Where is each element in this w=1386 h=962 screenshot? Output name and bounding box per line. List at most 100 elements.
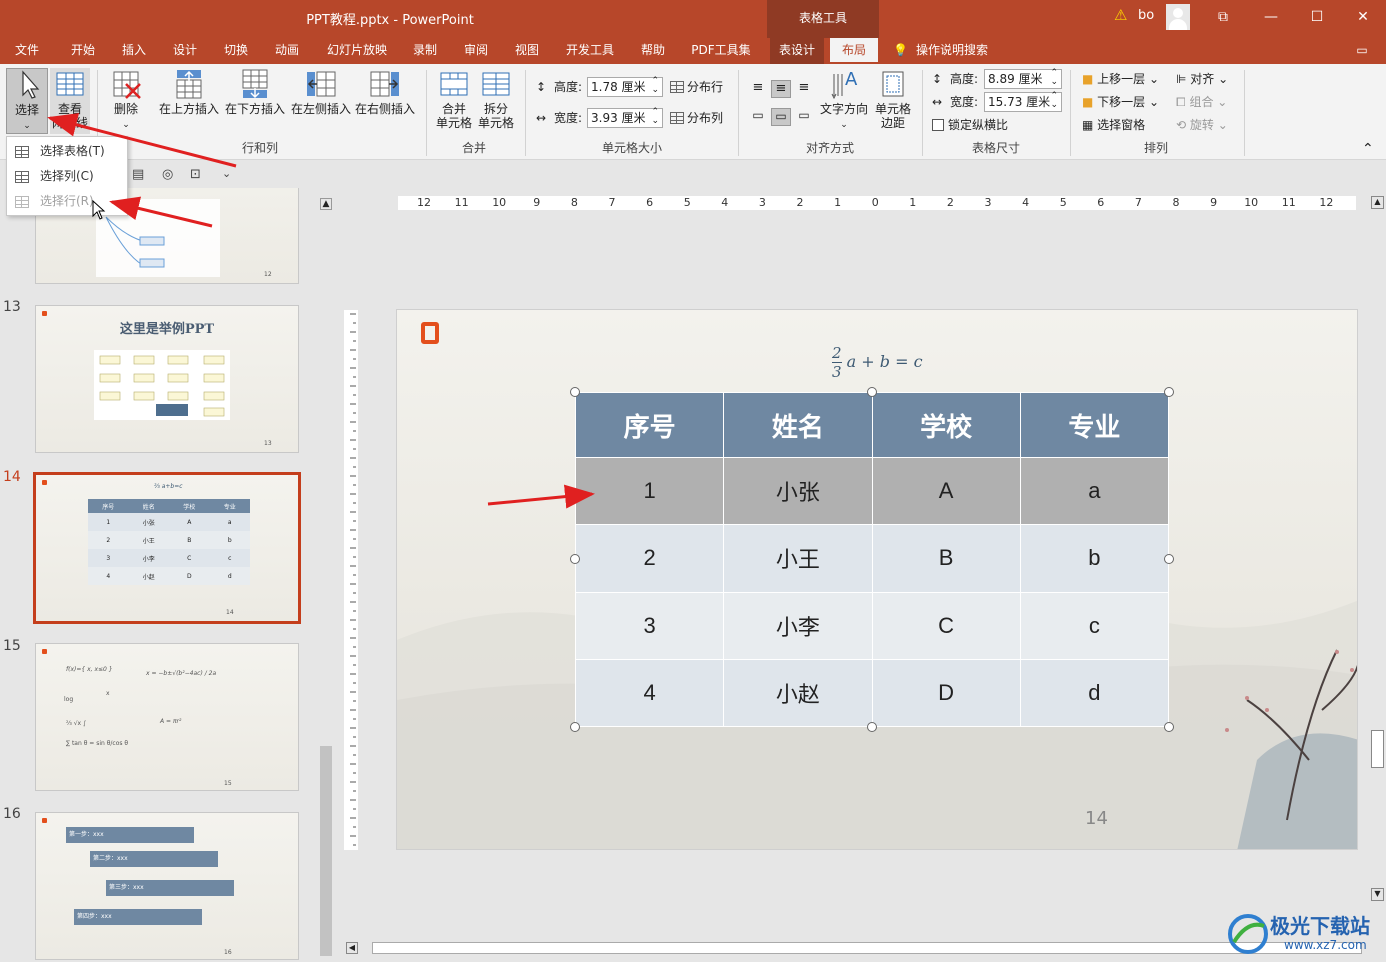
tab-pdf-tools[interactable]: PDF工具集 <box>684 38 758 64</box>
insert-below-button[interactable]: 在下方插入 <box>222 68 288 116</box>
table-cell[interactable]: 小张 <box>723 457 873 526</box>
align-right-icon[interactable]: ≡ <box>794 80 814 98</box>
align-center-icon[interactable]: ≡ <box>771 80 791 98</box>
avatar[interactable] <box>1166 4 1190 30</box>
editor-vertical-scrollbar[interactable]: ▲ ▼ <box>1369 196 1386 902</box>
merge-cells-button[interactable]: 合并 单元格 <box>434 68 474 130</box>
cell-height-input[interactable]: 1.78 厘米 ⌃ ⌄ <box>587 77 663 97</box>
collapse-ribbon-icon[interactable]: ⌃ <box>1362 140 1374 158</box>
lock-ratio-checkbox[interactable]: 锁定纵横比 <box>932 116 1008 134</box>
tab-design[interactable]: 设计 <box>164 38 206 64</box>
resize-handle[interactable] <box>1164 387 1174 397</box>
tab-developer[interactable]: 开发工具 <box>558 38 622 64</box>
maximize-icon[interactable]: ☐ <box>1294 0 1340 34</box>
tab-file[interactable]: 文件 <box>8 38 46 64</box>
split-cells-button[interactable]: 拆分 单元格 <box>476 68 516 130</box>
align-button[interactable]: ⊫ 对齐 ⌄ <box>1176 70 1228 88</box>
insert-left-button[interactable]: 在左侧插入 <box>288 68 354 116</box>
tab-review[interactable]: 审阅 <box>455 38 497 64</box>
table-header-cell[interactable]: 学校 <box>871 391 1021 459</box>
align-left-icon[interactable]: ≡ <box>748 80 768 98</box>
tab-table-design[interactable]: 表设计 <box>770 38 824 64</box>
resize-handle[interactable] <box>1164 554 1174 564</box>
tell-me-search[interactable]: 操作说明搜索 <box>916 38 1000 64</box>
table-cell[interactable]: A <box>871 457 1021 526</box>
slide-thumbnail-15[interactable]: f(x)={ x, x≤0 } x = −b±√(b²−4ac) / 2a lo… <box>35 643 299 791</box>
text-direction-button[interactable]: A 文字方向 ⌄ <box>818 68 870 132</box>
present-icon[interactable]: ⊡ <box>190 167 201 182</box>
warning-icon[interactable]: ⚠ <box>1114 6 1127 24</box>
slide-thumbnail-14[interactable]: ⅔ a+b=c 序号 姓名 学校 专业 1 小张 Aa 2 小王 Bb 3 小李 Cc 4 小赵 Dd… <box>33 472 301 624</box>
table-cell[interactable]: C <box>871 591 1021 660</box>
minimize-icon[interactable]: — <box>1248 0 1294 34</box>
table-cell[interactable]: 小赵 <box>723 658 873 728</box>
distribute-cols-button[interactable]: 分布列 <box>670 109 723 127</box>
select-row-item[interactable]: 选择行(R) <box>7 189 127 214</box>
resize-handle[interactable] <box>867 387 877 397</box>
distribute-rows-button[interactable]: 分布行 <box>670 78 723 96</box>
comments-icon[interactable]: ▭ <box>1352 38 1372 64</box>
resize-handle[interactable] <box>570 722 580 732</box>
thumbnail-scrollbar[interactable]: ▲ <box>318 196 334 958</box>
tab-view[interactable]: 视图 <box>506 38 548 64</box>
cell-width-input[interactable]: 3.93 厘米 ⌃ ⌄ <box>587 108 663 128</box>
slide-thumbnail-16[interactable]: 第一步：xxx 第二步：xxx 第三步：xxx 第四步：xxx 16 <box>35 812 299 960</box>
table-cell[interactable]: c <box>1019 591 1170 660</box>
view-gridlines-button[interactable]: 查看 网格线 <box>50 68 90 134</box>
table-cell[interactable]: 小李 <box>723 591 873 660</box>
user-name[interactable]: bo <box>1138 8 1154 23</box>
table-height-input[interactable]: 8.89 厘米 ⌃ ⌄ <box>984 69 1062 89</box>
resize-handle[interactable] <box>570 554 580 564</box>
table-width-input[interactable]: 15.73 厘米 ⌃ ⌄ <box>984 92 1062 112</box>
rotate-button[interactable]: ⟲ 旋转 ⌄ <box>1176 116 1228 134</box>
table-cell[interactable]: 1 <box>574 457 725 526</box>
tab-home[interactable]: 开始 <box>62 38 104 64</box>
align-bottom-icon[interactable]: ▭ <box>794 108 814 126</box>
tab-animations[interactable]: 动画 <box>266 38 308 64</box>
select-column-item[interactable]: 选择列(C) <box>7 164 127 189</box>
resize-handle[interactable] <box>570 387 580 397</box>
ribbon-display-icon[interactable]: ⧉ <box>1200 0 1246 34</box>
table-cell[interactable]: 3 <box>574 591 725 660</box>
tab-insert[interactable]: 插入 <box>113 38 155 64</box>
select-button[interactable]: 选择 ⌄ <box>6 68 48 134</box>
editor-horizontal-scrollbar[interactable]: ◀ <box>344 940 1370 956</box>
align-top-icon[interactable]: ▭ <box>748 108 768 126</box>
slide-table[interactable]: 序号 姓名 学校 专业 1 小张 A a 2 小王 B b 3 小李 C c 4… <box>574 391 1170 728</box>
bring-forward-button[interactable]: ■ 上移一层 ⌄ <box>1082 70 1159 88</box>
table-cell[interactable]: 2 <box>574 524 725 593</box>
table-header-cell[interactable]: 序号 <box>574 391 725 459</box>
table-header-cell[interactable]: 姓名 <box>723 391 873 459</box>
delete-button[interactable]: 删除 ⌄ <box>106 68 146 132</box>
tab-transitions[interactable]: 切换 <box>215 38 257 64</box>
send-backward-button[interactable]: ■ 下移一层 ⌄ <box>1082 93 1159 111</box>
tab-layout[interactable]: 布局 <box>830 38 878 64</box>
resize-handle[interactable] <box>1164 722 1174 732</box>
group-button[interactable]: ⧠ 组合 ⌄ <box>1176 93 1227 111</box>
table-cell[interactable]: 小王 <box>723 524 873 593</box>
table-cell[interactable]: d <box>1019 658 1170 728</box>
table-cell[interactable]: D <box>871 658 1021 728</box>
slide-formula[interactable]: 23 a + b = c <box>832 344 923 381</box>
slideshow-start-icon[interactable]: ◎ <box>162 167 173 182</box>
table-cell[interactable]: a <box>1019 457 1170 526</box>
insert-right-button[interactable]: 在右侧插入 <box>354 68 416 116</box>
textbox-icon[interactable]: ▤ <box>132 167 144 182</box>
table-cell[interactable]: b <box>1019 524 1170 593</box>
tab-slideshow[interactable]: 幻灯片放映 <box>318 38 396 64</box>
slide-thumbnail-13[interactable]: 这里是举例PPT 13 <box>35 305 299 453</box>
table-cell[interactable]: B <box>871 524 1021 593</box>
align-middle-icon[interactable]: ▭ <box>771 108 791 126</box>
vertical-align-group: ▭ ▭ ▭ <box>748 108 818 128</box>
cell-margins-button[interactable]: 单元格 边距 <box>870 68 916 130</box>
tab-help[interactable]: 帮助 <box>632 38 674 64</box>
customize-qat-icon[interactable]: ⌄ <box>222 167 231 180</box>
table-header-cell[interactable]: 专业 <box>1019 391 1170 459</box>
insert-above-button[interactable]: 在上方插入 <box>156 68 222 116</box>
table-cell[interactable]: 4 <box>574 658 725 728</box>
tab-record[interactable]: 录制 <box>404 38 446 64</box>
select-table-item[interactable]: 选择表格(T) <box>7 139 127 164</box>
close-icon[interactable]: ✕ <box>1340 0 1386 34</box>
resize-handle[interactable] <box>867 722 877 732</box>
selection-pane-button[interactable]: ▦ 选择窗格 <box>1082 116 1145 134</box>
